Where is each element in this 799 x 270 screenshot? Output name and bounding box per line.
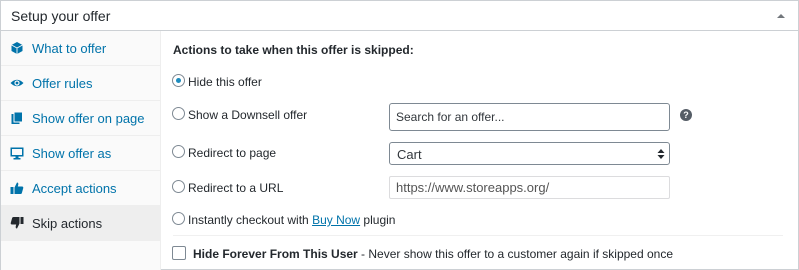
sidebar-item-label: Show offer as (32, 146, 112, 161)
cube-icon (10, 41, 24, 55)
redirect-url-label: Redirect to a URL (188, 181, 284, 195)
downsell-offer-radio[interactable] (172, 107, 185, 120)
triangle-up-icon[interactable] (774, 9, 788, 23)
thumbs-up-icon (10, 181, 24, 195)
skip-actions-content: Actions to take when this offer is skipp… (162, 31, 798, 270)
panel-header: Setup your offer (1, 1, 798, 31)
hide-forever-description: - Never show this offer to a customer ag… (357, 247, 673, 261)
sidebar-item-what-to-offer[interactable]: What to offer (1, 31, 160, 66)
instant-checkout-radio[interactable] (172, 212, 185, 225)
redirect-page-value: Cart (397, 147, 422, 162)
setup-offer-panel: Setup your offer What to offer Offer rul… (0, 0, 799, 270)
hide-forever-label: Hide Forever From This User - Never show… (193, 247, 673, 261)
panel-title: Setup your offer (11, 8, 111, 24)
sidebar-item-offer-rules[interactable]: Offer rules (1, 66, 160, 101)
redirect-page-select[interactable]: Cart (389, 142, 670, 165)
buy-now-link[interactable]: Buy Now (312, 213, 360, 227)
sidebar-item-accept-actions[interactable]: Accept actions (1, 171, 160, 206)
hide-offer-radio[interactable] (172, 74, 185, 87)
hide-forever-title: Hide Forever From This User (193, 247, 358, 261)
sidebar-item-label: Accept actions (32, 181, 117, 196)
instant-checkout-suffix: plugin (360, 213, 396, 227)
redirect-page-label: Redirect to page (188, 146, 277, 160)
page-icon (10, 111, 24, 125)
offer-search-input[interactable] (389, 103, 670, 131)
monitor-icon (10, 146, 24, 160)
eye-icon (10, 76, 24, 90)
sidebar-item-skip-actions[interactable]: Skip actions (1, 206, 160, 241)
thumbs-down-icon (10, 216, 24, 230)
redirect-url-input[interactable] (389, 176, 670, 199)
sidebar-item-label: What to offer (32, 41, 107, 56)
redirect-url-radio[interactable] (172, 180, 185, 193)
sidebar-item-label: Show offer on page (32, 111, 145, 126)
help-icon[interactable]: ? (680, 109, 692, 121)
instant-checkout-prefix: Instantly checkout with (188, 213, 313, 227)
select-arrows-icon (657, 148, 665, 160)
sidebar-item-show-offer-as[interactable]: Show offer as (1, 136, 160, 171)
section-heading: Actions to take when this offer is skipp… (173, 43, 414, 57)
sidebar-item-label: Skip actions (32, 216, 103, 231)
divider (173, 235, 783, 236)
sidebar-item-show-offer-on-page[interactable]: Show offer on page (1, 101, 160, 136)
instant-checkout-label: Instantly checkout with Buy Now plugin (188, 213, 395, 227)
hide-offer-label: Hide this offer (188, 75, 262, 89)
downsell-offer-label: Show a Downsell offer (188, 108, 308, 122)
redirect-page-radio[interactable] (172, 145, 185, 158)
hide-forever-checkbox[interactable] (172, 246, 186, 260)
offer-sidebar: What to offer Offer rules Show offer on … (1, 31, 161, 270)
sidebar-item-label: Offer rules (32, 76, 93, 91)
